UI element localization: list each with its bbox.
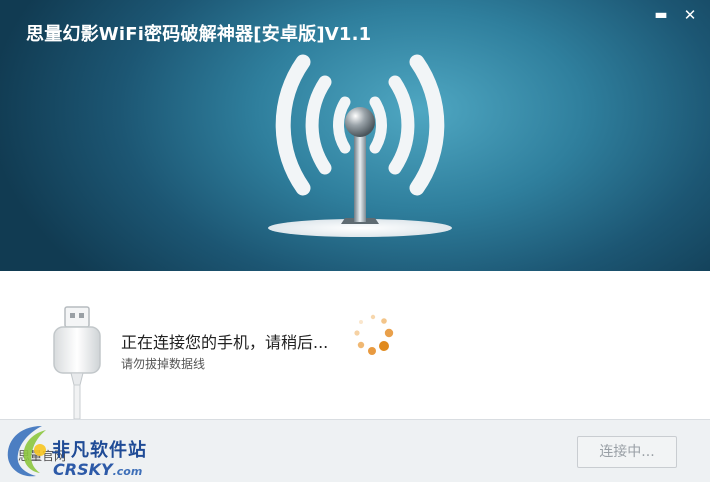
close-button[interactable]: ✕: [681, 6, 699, 24]
watermark-brand: CRSKY: [53, 460, 113, 479]
minimize-button[interactable]: ▬: [652, 6, 670, 24]
watermark-name-en: CRSKY.com: [53, 460, 142, 479]
header-banner: 思量幻影WiFi密码破解神器[安卓版]V1.1 ▬ ✕: [0, 0, 710, 271]
status-message: 正在连接您的手机，请稍后...: [121, 333, 329, 352]
loading-spinner-icon: [354, 314, 394, 355]
watermark-name-cn: 非凡软件站: [52, 440, 147, 461]
watermark-domain: .com: [112, 465, 143, 478]
wifi-antenna-icon: [268, 54, 452, 237]
app-window: 思量幻影WiFi密码破解神器[安卓版]V1.1 ▬ ✕ 正在连接您的手机，请稍后…: [0, 0, 710, 482]
watermark-logo: 非凡软件站 CRSKY.com: [0, 420, 160, 480]
watermark-emblem-icon: [7, 426, 46, 477]
usb-cable-icon: [53, 306, 101, 419]
window-title: 思量幻影WiFi密码破解神器[安卓版]V1.1: [26, 24, 372, 45]
status-hint: 请勿拔掉数据线: [121, 357, 206, 371]
connect-button[interactable]: 连接中...: [577, 436, 677, 468]
status-panel: 正在连接您的手机，请稍后... 请勿拔掉数据线: [0, 271, 710, 419]
